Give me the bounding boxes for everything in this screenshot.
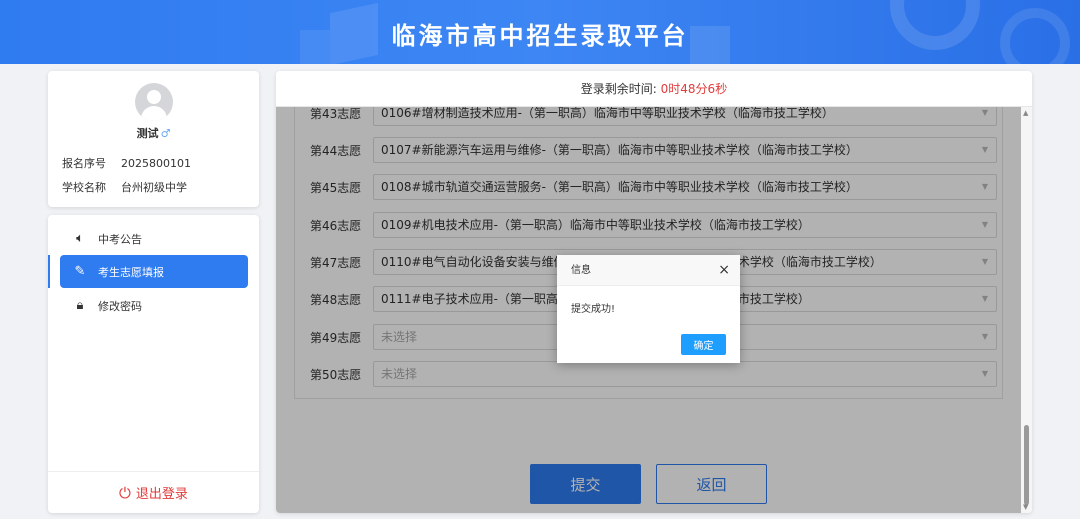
info-dialog: 信息 × 提交成功! 确定 [557, 255, 740, 363]
dialog-header: 信息 × [557, 255, 740, 286]
dialog-title: 信息 [571, 265, 591, 276]
sidebar-menu: 🔈︎ 中考公告 ✎ 考生志愿填报 🔒︎ 修改密码 ⏻ 退出登录 [48, 215, 259, 513]
session-timer: 登录剩余时间: 0时48分6秒 [276, 71, 1032, 107]
logout-button[interactable]: ⏻ 退出登录 [48, 471, 259, 513]
avatar [135, 83, 173, 121]
profile-card: 测试 ♂ 报名序号 2025800101 学校名称 台州初级中学 [48, 71, 259, 207]
speaker-icon: 🔈︎ [76, 231, 84, 246]
sidebar-item-application[interactable]: ✎ 考生志愿填报 [60, 255, 248, 288]
scroll-up-icon[interactable]: ▲ [1023, 109, 1028, 117]
info-label: 学校名称 [62, 181, 106, 194]
edit-form-icon: ✎ [74, 264, 86, 279]
sidebar-item-label: 中考公告 [98, 232, 142, 246]
scrollbar[interactable]: ▲ ▼ [1021, 107, 1032, 513]
sidebar-item-password[interactable]: 🔒︎ 修改密码 [60, 289, 248, 322]
power-icon: ⏻ [119, 483, 131, 502]
timer-label: 登录剩余时间: [580, 82, 657, 96]
scroll-down-icon[interactable]: ▼ [1023, 503, 1028, 511]
active-indicator [48, 255, 50, 288]
male-icon: ♂ [160, 127, 171, 140]
sidebar-item-label: 修改密码 [98, 299, 142, 313]
sidebar-item-announcement[interactable]: 🔈︎ 中考公告 [60, 222, 248, 255]
close-icon[interactable]: × [718, 255, 730, 286]
lock-icon: 🔒︎ [76, 298, 84, 313]
sidebar-item-label: 考生志愿填报 [98, 265, 164, 279]
user-name: 测试 ♂ [48, 125, 259, 141]
logout-label: 退出登录 [135, 487, 188, 502]
timer-value: 0时48分6秒 [660, 82, 728, 96]
page-title: 临海市高中招生录取平台 [391, 22, 689, 50]
info-value: 2025800101 [121, 157, 191, 170]
header-banner: 临海市高中招生录取平台 [0, 0, 1080, 64]
user-name-text: 测试 [136, 127, 159, 140]
scrollbar-thumb[interactable] [1024, 425, 1029, 505]
dialog-message: 提交成功! [571, 304, 616, 315]
info-row-registration: 报名序号 2025800101 [62, 155, 191, 171]
ok-button[interactable]: 确定 [681, 334, 726, 355]
info-value: 台州初级中学 [121, 181, 187, 194]
info-label: 报名序号 [62, 157, 106, 170]
info-row-school: 学校名称 台州初级中学 [62, 179, 187, 195]
